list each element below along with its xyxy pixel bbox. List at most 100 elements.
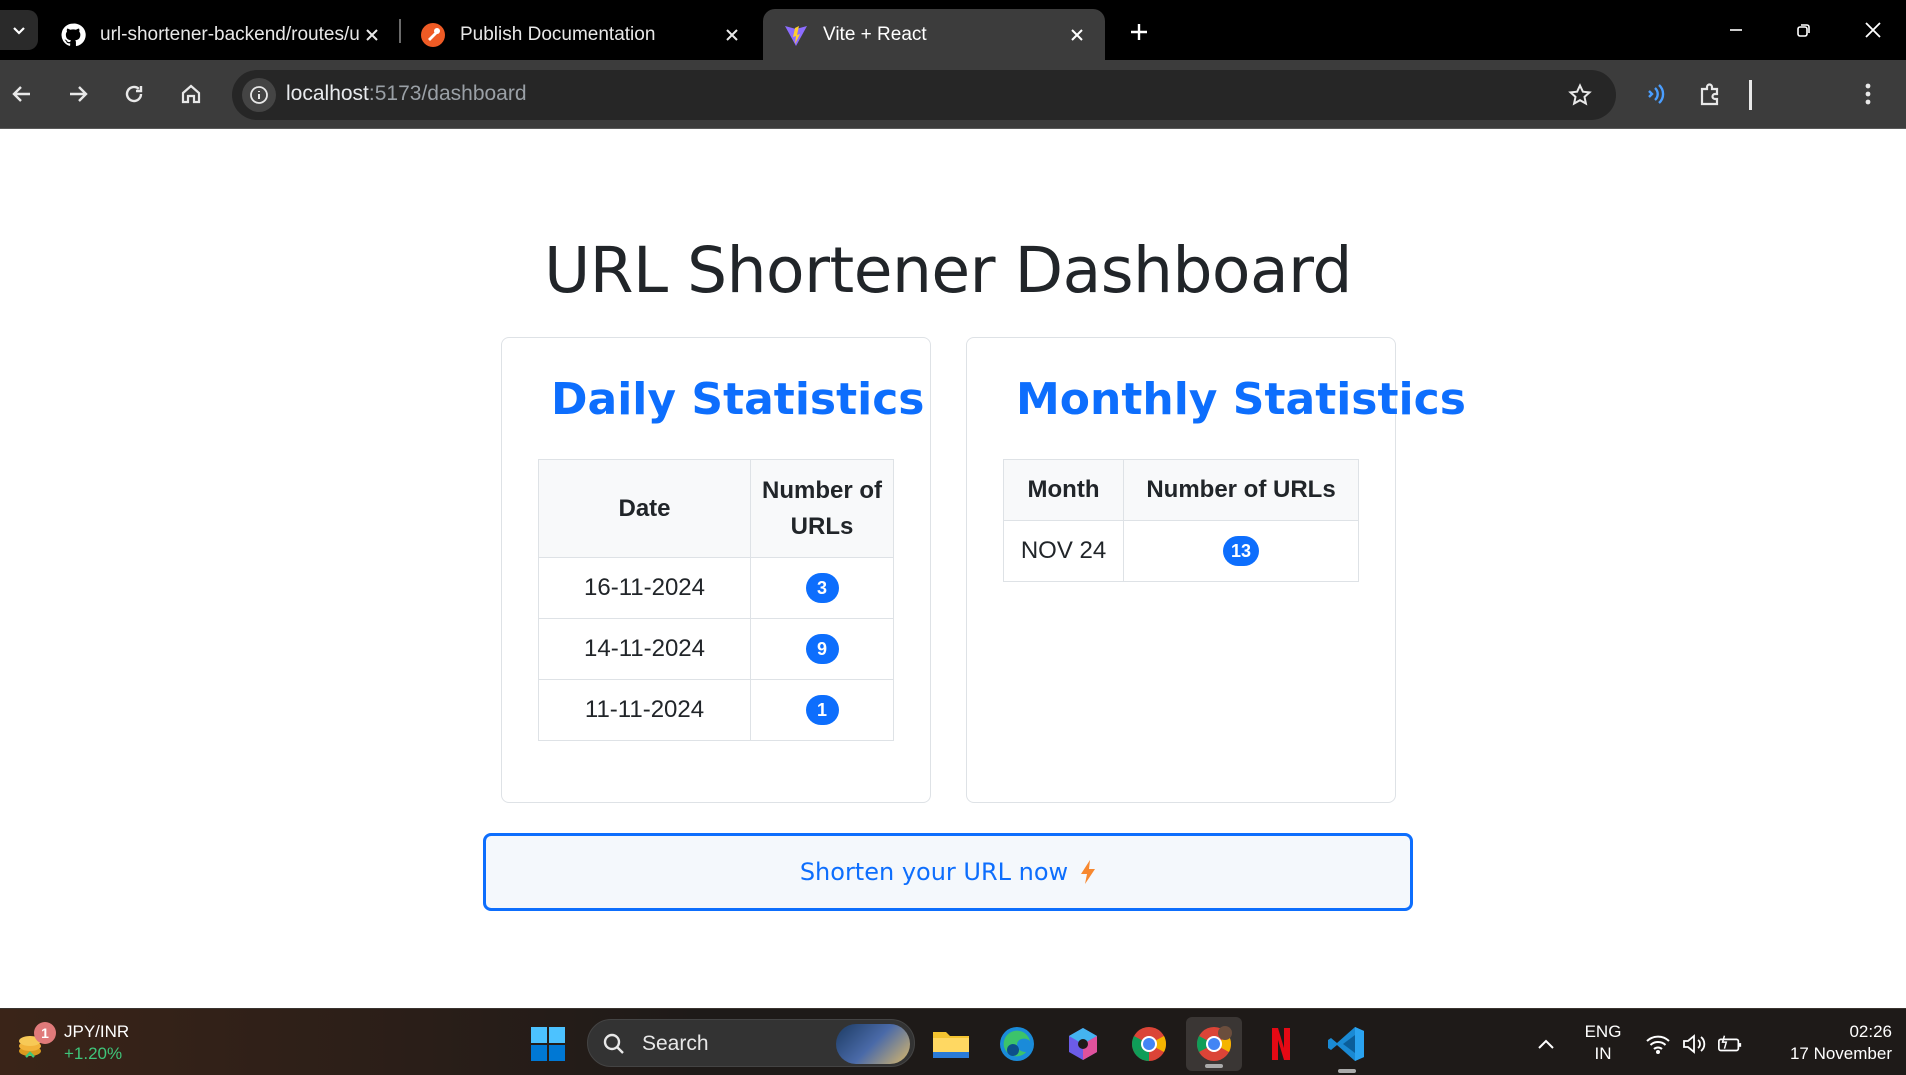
table-row: 16-11-2024 3 [538,557,894,619]
chrome-profile-icon[interactable] [1186,1017,1242,1071]
shorten-url-button[interactable]: Shorten your URL now [483,833,1413,911]
minimize-button[interactable] [1718,14,1754,46]
volume-icon[interactable] [1681,1031,1707,1057]
count-cell: 13 [1123,520,1359,582]
restore-icon [1797,24,1810,37]
menu-button[interactable] [1850,76,1886,112]
widget-currency-pair: JPY/INR [64,1022,130,1041]
clock[interactable]: 02:26 17 November [1762,1021,1892,1065]
count-badge: 13 [1222,536,1260,566]
close-icon[interactable] [720,23,744,47]
vite-icon [783,22,809,48]
coins-icon: 1 [16,1022,56,1061]
close-icon[interactable] [1065,23,1089,47]
daily-statistics-table: Date Number of URLs 16-11-2024 3 14-11-2… [538,459,894,741]
date-cell: 11-11-2024 [538,679,751,741]
language-code: ENG [1584,1022,1622,1041]
count-badge: 9 [805,634,839,664]
address-bar[interactable]: localhost:5173/dashboard [232,70,1616,120]
browser-toolbar: localhost:5173/dashboard [0,60,1906,129]
close-icon [1865,22,1881,38]
wifi-icon[interactable] [1645,1031,1671,1057]
reload-button[interactable] [116,76,152,112]
count-cell: 1 [750,679,894,741]
extensions-button[interactable] [1693,76,1729,112]
restore-button[interactable] [1786,14,1822,46]
tab-vite-react[interactable]: Vite + React [763,9,1105,60]
currency-widget[interactable]: 1 JPY/INR +1.20% [16,1021,129,1065]
home-icon [181,84,201,104]
language-indicator[interactable]: ENG IN [1581,1021,1625,1065]
show-hidden-icons-chevron-icon[interactable] [1533,1031,1559,1057]
tab-title: Publish Documentation [460,23,656,45]
close-window-button[interactable] [1855,14,1891,46]
toolbar-separator [1749,80,1752,110]
search-placeholder: Search [642,1032,709,1055]
puzzle-icon [1700,83,1719,106]
shorten-url-label: Shorten your URL now [799,858,1069,886]
region-code: IN [1594,1044,1612,1063]
start-button[interactable] [530,1026,566,1062]
table-row: 14-11-2024 9 [538,618,894,680]
back-button[interactable] [4,76,40,112]
chevron-down-icon [13,27,25,35]
table-row: NOV 24 13 [1003,520,1359,582]
new-tab-button[interactable] [1123,16,1155,48]
more-vertical-icon [1865,83,1871,105]
count-badge: 1 [805,695,839,725]
notification-badge: 1 [34,1022,56,1044]
daily-statistics-heading: Daily Statistics [551,374,925,425]
count-badge: 3 [805,573,839,603]
github-icon [60,22,86,48]
windows-taskbar: 1 JPY/INR +1.20% Search ENG IN 02:26 17 … [0,1008,1906,1075]
url-host: localhost [286,82,369,105]
url-text[interactable]: localhost:5173/dashboard [286,82,527,106]
table-header-row: Month Number of URLs [1003,459,1359,521]
chrome-icon[interactable] [1128,1023,1170,1065]
postman-icon [420,22,446,48]
column-header-number-of-urls: Number of URLs [1123,459,1359,521]
forward-button[interactable] [60,76,96,112]
close-icon[interactable] [360,23,384,47]
date-cell: 14-11-2024 [538,618,751,680]
column-header-month: Month [1003,459,1124,521]
monthly-statistics-card: Monthly Statistics Month Number of URLs … [966,337,1466,803]
date-cell: 16-11-2024 [538,557,751,619]
copilot-icon[interactable] [1062,1023,1104,1065]
taskbar-search[interactable]: Search [587,1019,915,1067]
tab-title: Vite + React [823,23,927,45]
tab-search-button[interactable] [0,10,38,50]
site-info-icon[interactable] [242,78,276,112]
read-aloud-button[interactable] [1638,76,1674,112]
tab-title: url-shortener-backend/routes/u [100,23,360,45]
tab-github[interactable]: url-shortener-backend/routes/u [40,9,400,60]
column-header-number-of-urls: Number of URLs [750,459,894,558]
plus-icon [1131,24,1147,40]
netflix-icon[interactable] [1260,1023,1302,1065]
tab-postman[interactable]: Publish Documentation [400,9,760,60]
battery-icon[interactable] [1717,1031,1743,1057]
monthly-statistics-table: Month Number of URLs NOV 24 13 [1003,459,1359,582]
minimize-icon [1730,29,1742,31]
table-row: 11-11-2024 1 [538,679,894,741]
bookmark-star-icon[interactable] [1566,81,1594,109]
vscode-icon[interactable] [1326,1023,1368,1073]
column-header-date: Date [538,459,751,558]
windows-logo-icon [531,1027,565,1061]
dashboard-page: URL Shortener Dashboard Daily Statistics… [0,130,1906,1008]
home-button[interactable] [173,76,209,112]
browser-tab-strip: url-shortener-backend/routes/u Publish D… [0,0,1906,60]
arrow-left-icon [12,86,30,102]
widget-change: +1.20% [64,1044,123,1063]
page-title: URL Shortener Dashboard [544,234,1352,307]
edge-icon[interactable] [996,1023,1038,1065]
clock-date: 17 November [1789,1044,1892,1063]
file-explorer-icon[interactable] [930,1023,972,1065]
daily-statistics-card: Daily Statistics Date Number of URLs 16-… [501,337,931,803]
clock-time: 02:26 [1849,1022,1892,1041]
monthly-statistics-heading: Monthly Statistics [1016,374,1466,425]
count-cell: 9 [750,618,894,680]
month-cell: NOV 24 [1003,520,1124,582]
arrow-right-icon [70,86,88,102]
table-header-row: Date Number of URLs [538,459,894,558]
